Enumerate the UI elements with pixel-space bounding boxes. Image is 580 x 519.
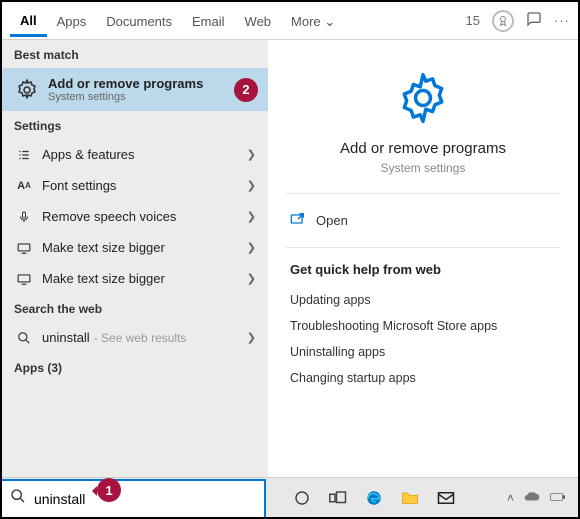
rewards-count: 15 xyxy=(466,13,480,28)
tab-documents[interactable]: Documents xyxy=(96,6,182,35)
tab-apps[interactable]: Apps xyxy=(47,6,97,35)
gear-icon-large xyxy=(286,70,560,126)
more-options-icon[interactable]: ··· xyxy=(554,13,570,28)
mail-icon[interactable] xyxy=(436,488,456,508)
open-label: Open xyxy=(316,213,348,228)
chevron-right-icon: ❯ xyxy=(247,272,256,285)
tray-chevron-icon[interactable]: ˄ xyxy=(507,491,514,505)
web-query: uninstall xyxy=(42,330,90,345)
settings-item-apps-features[interactable]: Apps & features ❯ xyxy=(2,139,268,170)
battery-icon[interactable] xyxy=(550,491,566,505)
best-match-result[interactable]: Add or remove programs System settings 2 xyxy=(2,68,268,111)
rewards-icon[interactable] xyxy=(492,10,514,32)
list-item-label: Apps & features xyxy=(42,147,135,162)
search-box[interactable] xyxy=(2,479,266,517)
list-item-label: Font settings xyxy=(42,178,116,193)
open-icon xyxy=(290,212,306,229)
best-match-header: Best match xyxy=(2,40,268,68)
results-panel: Best match Add or remove programs System… xyxy=(2,40,268,477)
search-icon xyxy=(14,331,34,345)
onedrive-icon[interactable] xyxy=(524,491,540,505)
best-match-subtitle: System settings xyxy=(48,91,203,103)
tab-web[interactable]: Web xyxy=(235,6,282,35)
step-2-badge: 2 xyxy=(234,78,258,102)
best-match-title: Add or remove programs xyxy=(48,76,203,91)
web-suffix: - See web results xyxy=(94,331,187,345)
apps-header: Apps (3) xyxy=(2,353,268,381)
chevron-right-icon: ❯ xyxy=(247,241,256,254)
quick-help-header: Get quick help from web xyxy=(290,262,556,277)
chevron-right-icon: ❯ xyxy=(247,210,256,223)
search-input[interactable] xyxy=(34,491,264,507)
chevron-right-icon: ❯ xyxy=(247,179,256,192)
settings-item-font[interactable]: AA Font settings ❯ xyxy=(2,170,268,201)
font-icon: AA xyxy=(14,180,34,192)
feedback-icon[interactable] xyxy=(526,11,542,30)
quick-help-item[interactable]: Updating apps xyxy=(286,287,560,313)
task-view-icon[interactable] xyxy=(328,488,348,508)
preview-panel: Add or remove programs System settings O… xyxy=(268,40,578,477)
preview-subtitle: System settings xyxy=(286,161,560,175)
display-icon xyxy=(14,273,34,285)
settings-item-text-size[interactable]: Make text size bigger ❯ xyxy=(2,232,268,263)
chevron-right-icon: ❯ xyxy=(247,331,256,344)
list-item-label: Make text size bigger xyxy=(42,240,165,255)
preview-title: Add or remove programs xyxy=(286,140,560,157)
tab-more[interactable]: More ⌄ xyxy=(281,6,345,36)
gear-icon xyxy=(14,77,40,103)
settings-item-text-size-2[interactable]: Make text size bigger ❯ xyxy=(2,263,268,294)
taskbar: ˄ xyxy=(2,477,578,517)
file-explorer-icon[interactable] xyxy=(400,488,420,508)
microphone-icon xyxy=(14,210,34,224)
edge-icon[interactable] xyxy=(364,488,384,508)
search-tabs: All Apps Documents Email Web More ⌄ 15 ·… xyxy=(2,2,578,40)
search-icon xyxy=(10,488,26,509)
cortana-icon[interactable] xyxy=(292,488,312,508)
list-item-label: Make text size bigger xyxy=(42,271,165,286)
tab-email[interactable]: Email xyxy=(182,6,235,35)
step-1-badge: 1 xyxy=(97,478,121,502)
quick-help-item[interactable]: Changing startup apps xyxy=(286,365,560,391)
list-item-label: Remove speech voices xyxy=(42,209,176,224)
web-result-item[interactable]: uninstall - See web results ❯ xyxy=(2,322,268,353)
quick-help-item[interactable]: Uninstalling apps xyxy=(286,339,560,365)
settings-header: Settings xyxy=(2,111,268,139)
tab-all[interactable]: All xyxy=(10,5,47,37)
list-icon xyxy=(14,148,34,162)
open-action[interactable]: Open xyxy=(286,206,560,235)
chevron-right-icon: ❯ xyxy=(247,148,256,161)
settings-item-speech[interactable]: Remove speech voices ❯ xyxy=(2,201,268,232)
quick-help-item[interactable]: Troubleshooting Microsoft Store apps xyxy=(286,313,560,339)
display-icon xyxy=(14,242,34,254)
search-web-header: Search the web xyxy=(2,294,268,322)
